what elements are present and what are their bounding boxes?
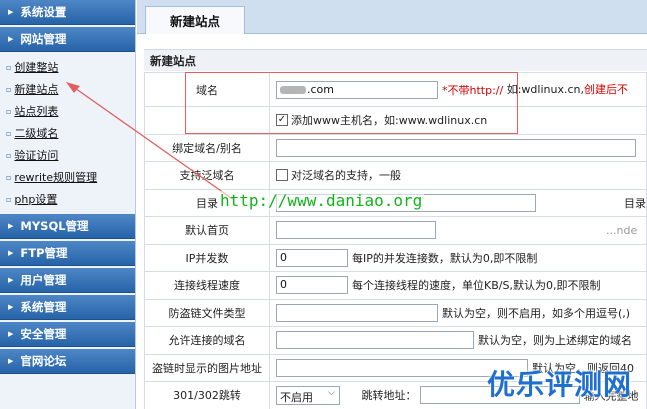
domain-input-value: .com (307, 82, 334, 96)
sidebar-section-mysql[interactable]: ▶ MYSQL管理 (0, 214, 135, 239)
sidebar-item-create-full-site[interactable]: ▫ 创建整站 (0, 56, 135, 78)
sidebar-section-site-management[interactable]: ▶ 网站管理 (0, 27, 135, 52)
add-www-label: 添加www主机名，如:www.wdlinux.cn (291, 114, 488, 128)
domain-warning-note: 创建后不 (583, 82, 628, 96)
sidebar-item-subdomain[interactable]: ▫ 二级域名 (0, 122, 135, 144)
domain-required-note: *不带http:// (442, 83, 504, 97)
dir-right-label: 目录 (624, 196, 646, 210)
triangle-right-icon: ▶ (8, 303, 14, 311)
sidebar-section-ftp[interactable]: ▶ FTP管理 (0, 241, 135, 266)
allowed-domains-input[interactable] (276, 331, 474, 350)
allowed-domains-note: 默认为空，则为上述绑定的域名 (478, 334, 632, 348)
tab-bar: 新建站点 (137, 0, 647, 34)
alias-input[interactable] (276, 138, 636, 157)
sidebar: ▶ 系统设置 ▶ 网站管理 ▫ 创建整站 ▫ 新建站点 ▫ 站点列表 ▫ 二级域名 ▫ 验… (0, 0, 136, 409)
sidebar-item-label: 站点列表 (14, 105, 59, 118)
redirect-select-value: 不启用 (280, 390, 313, 404)
bullet-icon: ▫ (6, 62, 12, 72)
wildcard-text: 对泛域名的支持，一般 (291, 169, 401, 183)
redirect-target-label: 跳转地址： (361, 389, 417, 403)
triangle-right-icon: ▶ (8, 276, 14, 284)
triangle-right-icon: ▶ (8, 249, 14, 257)
empty-label-cell (144, 106, 270, 135)
tab-new-site[interactable]: 新建站点 (145, 6, 245, 34)
sidebar-submenu: ▫ 创建整站 ▫ 新建站点 ▫ 站点列表 ▫ 二级域名 ▫ 验证访问 ▫ rewrite规则… (0, 54, 135, 214)
sidebar-item-access-auth[interactable]: ▫ 验证访问 (0, 144, 135, 166)
sidebar-section-label: 网站管理 (20, 32, 67, 46)
triangle-right-icon: ▶ (8, 8, 14, 16)
triangle-right-icon: ▶ (8, 330, 14, 338)
sidebar-section-security[interactable]: ▶ 安全管理 (0, 322, 135, 347)
bullet-icon: ▫ (6, 172, 12, 182)
sidebar-section-system-admin[interactable]: ▶ 系统管理 (0, 295, 135, 320)
new-site-form: 域名 .com *不带http:// 如:wdlinux.cn,创建后不 ✓ 添加w… (144, 72, 647, 409)
sidebar-section-label: 系统管理 (20, 300, 67, 314)
sidebar-section-label: 系统设置 (20, 5, 67, 19)
domain-example-note: 如:wdlinux.cn, (503, 82, 584, 96)
domain-label: 域名 (144, 72, 270, 107)
ip-concurrency-input[interactable]: 0 (276, 248, 348, 267)
hotlink-types-input[interactable] (276, 303, 438, 322)
default-page-note: ...nde (606, 223, 638, 237)
allowed-domains-label: 允许连接的域名 (144, 326, 270, 355)
ip-concurrency-label: IP并发数 (144, 243, 270, 272)
redacted-mark (280, 85, 306, 94)
wildcard-label: 支持泛域名 (144, 161, 270, 190)
sidebar-section-label: 官网论坛 (20, 354, 67, 368)
sidebar-item-label: 验证访问 (14, 149, 59, 162)
sidebar-section-system-settings[interactable]: ▶ 系统设置 (0, 0, 135, 25)
domain-input[interactable]: .com (276, 80, 438, 99)
hotlink-image-label: 盗链时显示的图片地址 (144, 353, 270, 382)
bullet-icon: ▫ (6, 84, 12, 94)
sidebar-item-php-settings[interactable]: ▫ php设置 (0, 188, 135, 210)
triangle-right-icon: ▶ (8, 222, 14, 230)
sidebar-section-label: 用户管理 (20, 273, 67, 287)
sidebar-item-new-site[interactable]: ▫ 新建站点 (0, 78, 135, 100)
bullet-icon: ▫ (6, 194, 12, 204)
watermark-url: http://www.daniao.org (218, 191, 425, 210)
conn-speed-input[interactable]: 0 (276, 276, 348, 295)
triangle-right-icon: ▶ (8, 357, 14, 365)
sidebar-section-label: 安全管理 (20, 327, 67, 341)
chevron-down-icon: ⌵ (328, 387, 335, 398)
conn-speed-label: 连接线程速度 (144, 271, 270, 300)
hotlink-types-label: 防盗链文件类型 (144, 298, 270, 327)
redirect-label: 301/302跳转 (144, 381, 270, 409)
triangle-right-icon: ▶ (8, 35, 14, 43)
section-title: 新建站点 (144, 49, 647, 71)
sidebar-item-label: 新建站点 (14, 83, 59, 96)
sidebar-section-users[interactable]: ▶ 用户管理 (0, 268, 135, 293)
redirect-select[interactable]: 不启用 ⌵ (276, 385, 340, 405)
ip-concurrency-note: 每IP的并发连接数，默认为0,即不限制 (352, 251, 538, 265)
sidebar-item-site-list[interactable]: ▫ 站点列表 (0, 100, 135, 122)
bullet-icon: ▫ (6, 128, 12, 138)
add-www-checkbox[interactable]: ✓ (276, 114, 288, 127)
bullet-icon: ▫ (6, 106, 12, 116)
hotlink-types-note: 默认为空，则不启用，如多个用逗号(,) (442, 306, 631, 320)
default-page-label: 默认首页 (144, 216, 270, 245)
wildcard-checkbox[interactable] (276, 169, 288, 182)
sidebar-item-label: 创建整站 (14, 61, 59, 74)
sidebar-item-label: 二级域名 (14, 127, 59, 140)
sidebar-section-forum[interactable]: ▶ 官网论坛 (0, 349, 135, 374)
sidebar-section-label: MYSQL管理 (20, 219, 89, 233)
conn-speed-note: 每个连接线程的速度，单位KB/S,默认为0,即不限制 (352, 279, 601, 293)
alias-label: 绑定域名/别名 (144, 133, 270, 162)
sidebar-item-label: php设置 (14, 193, 58, 206)
default-page-input[interactable] (276, 221, 436, 240)
sidebar-item-rewrite-rules[interactable]: ▫ rewrite规则管理 (0, 166, 135, 188)
sidebar-item-label: rewrite规则管理 (14, 171, 98, 184)
watermark-brand: 优乐评测网 (487, 368, 633, 401)
sidebar-section-label: FTP管理 (20, 246, 68, 260)
bullet-icon: ▫ (6, 150, 12, 160)
